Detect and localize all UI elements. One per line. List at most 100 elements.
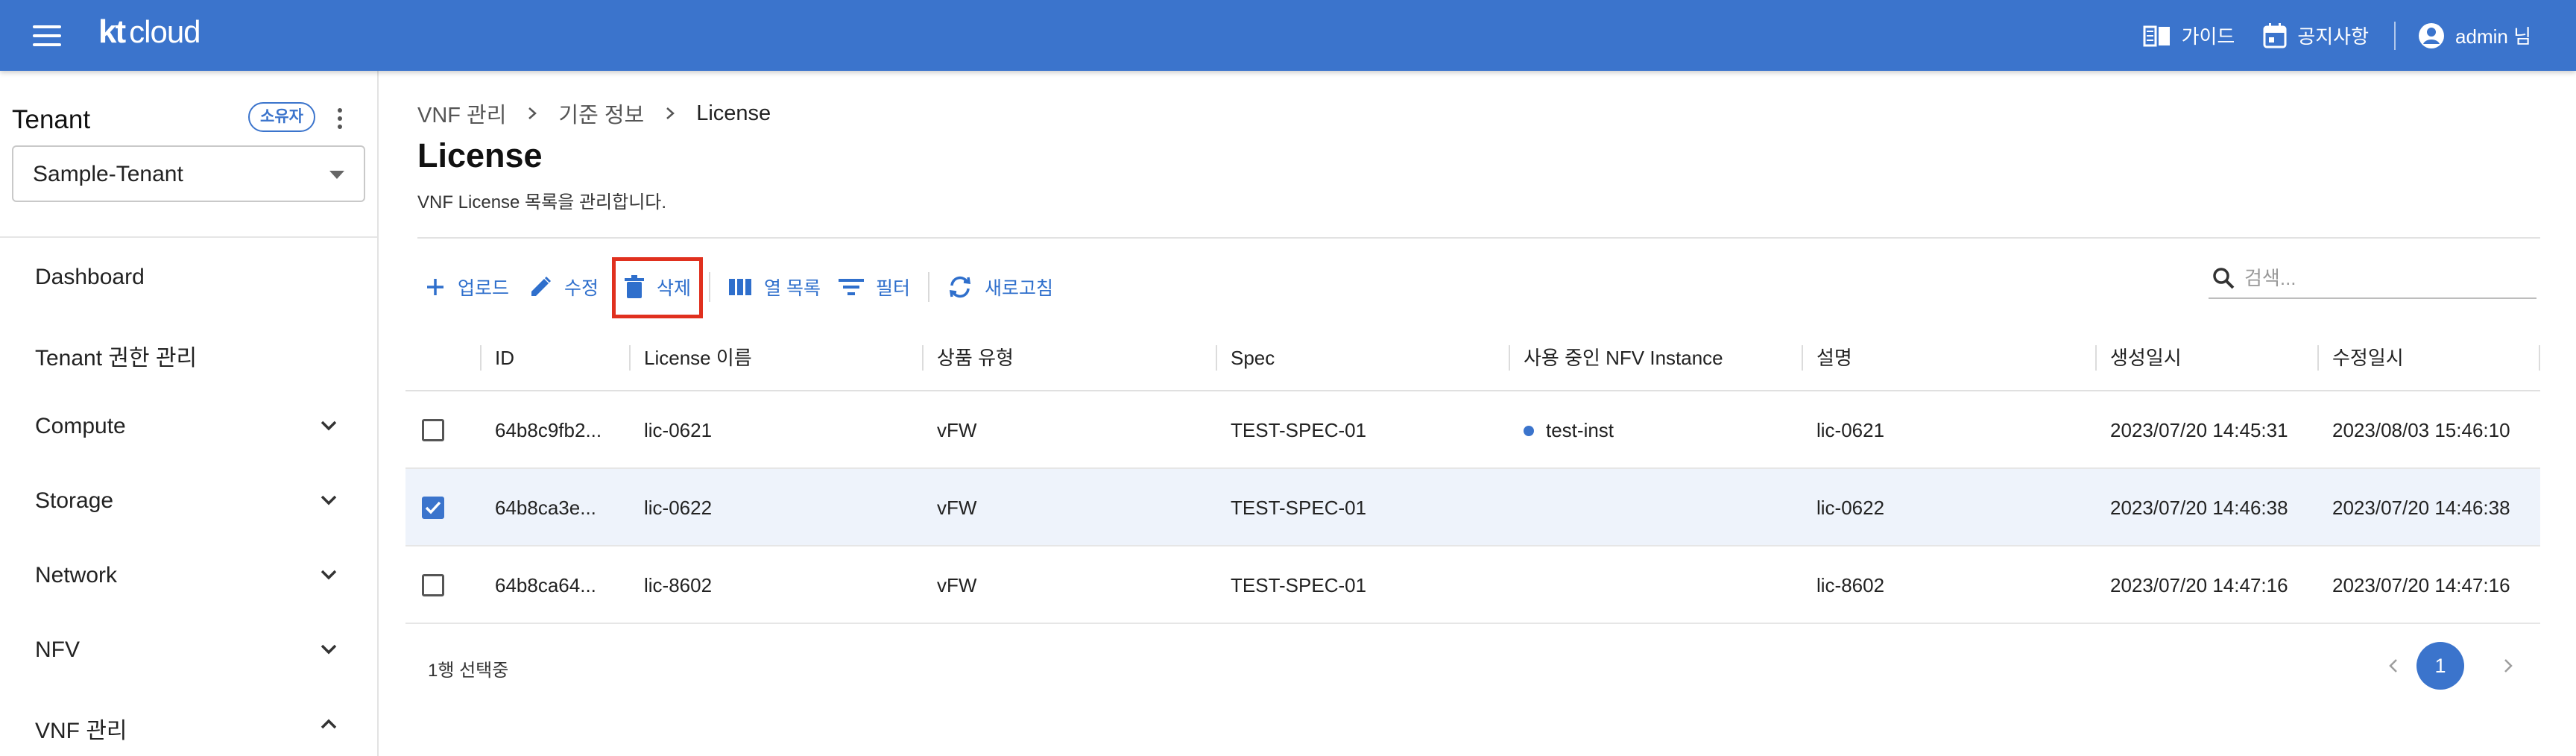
cell-product-type: vFW xyxy=(937,497,977,519)
cell-description: lic-0621 xyxy=(1816,419,1885,441)
sidebar-item-storage[interactable]: Storage xyxy=(0,463,377,538)
chevron-down-icon xyxy=(321,420,337,431)
column-separator xyxy=(1216,345,1217,371)
column-header-spec[interactable]: Spec xyxy=(1231,324,1275,391)
row-checkbox[interactable] xyxy=(422,574,444,596)
user-label: admin 님 xyxy=(2455,25,2531,48)
cell-updated: 2023/07/20 14:47:16 xyxy=(2332,574,2510,596)
notice-label: 공지사항 xyxy=(2297,25,2370,48)
column-header-nfv-instance[interactable]: 사용 중인 NFV Instance xyxy=(1524,324,1723,391)
cell-created: 2023/07/20 14:47:16 xyxy=(2110,574,2288,596)
sidebar-item-label: NFV xyxy=(35,637,80,662)
columns-button[interactable]: 열 목록 xyxy=(721,266,828,308)
kt-cloud-logo[interactable]: kt cloud xyxy=(98,13,201,58)
cell-id: 64b8ca64... xyxy=(495,574,596,596)
selection-count: 1행 선택중 xyxy=(428,661,509,681)
sidebar-item-label: Dashboard xyxy=(35,265,145,289)
sidebar-item-label: VNF 관리 xyxy=(35,719,127,743)
search-icon xyxy=(2213,268,2235,289)
column-header-description[interactable]: 설명 xyxy=(1816,324,1852,391)
pencil-icon xyxy=(531,276,552,296)
table-header: ID License 이름 상품 유형 Spec 사용 중인 NFV Insta… xyxy=(405,324,2540,391)
sidebar-item-network[interactable]: Network xyxy=(0,538,377,612)
cell-nfv-instance: test-inst xyxy=(1546,419,1614,441)
guide-link[interactable]: 가이드 xyxy=(2143,22,2235,49)
license-table: ID License 이름 상품 유형 Spec 사용 중인 NFV Insta… xyxy=(405,324,2540,624)
sidebar-item-tenant-permissions[interactable]: Tenant 권한 관리 xyxy=(0,314,377,388)
column-header-id[interactable]: ID xyxy=(495,324,514,391)
user-menu[interactable]: admin 님 xyxy=(2418,22,2531,49)
cell-id: 64b8ca3e... xyxy=(495,497,596,519)
page-title: License xyxy=(417,136,543,174)
chevron-left-icon xyxy=(2389,659,2397,672)
main-content: VNF 관리 기준 정보 License License VNF License… xyxy=(379,71,2576,756)
toolbar-divider xyxy=(709,272,711,302)
sidebar-item-compute[interactable]: Compute xyxy=(0,388,377,463)
tenant-select[interactable]: Sample-Tenant xyxy=(12,145,365,202)
logo-sub-text: cloud xyxy=(129,14,201,49)
cell-product-type: vFW xyxy=(937,574,977,596)
cell-spec: TEST-SPEC-01 xyxy=(1231,497,1367,519)
trash-icon xyxy=(625,275,645,298)
upload-button[interactable]: 업로드 xyxy=(417,266,517,308)
cell-description: lic-0622 xyxy=(1816,497,1885,519)
top-app-bar: kt cloud 가이드 공지사항 admin 님 xyxy=(0,0,2576,71)
status-dot-icon xyxy=(1524,426,1534,436)
breadcrumb: VNF 관리 기준 정보 License xyxy=(417,98,771,129)
row-checkbox[interactable] xyxy=(422,419,444,441)
prev-page-button[interactable] xyxy=(2379,651,2409,681)
cell-spec: TEST-SPEC-01 xyxy=(1231,419,1367,441)
table-row[interactable]: 64b8c9fb2... lic-0621 vFW TEST-SPEC-01 t… xyxy=(405,391,2540,469)
plus-icon xyxy=(427,279,443,295)
sidebar-item-vnf-management[interactable]: VNF 관리 xyxy=(0,687,377,756)
sidebar-divider xyxy=(0,236,377,238)
breadcrumb-item-vnf[interactable]: VNF 관리 xyxy=(417,98,506,129)
cell-created: 2023/07/20 14:45:31 xyxy=(2110,419,2288,441)
table-row[interactable]: 64b8ca64... lic-8602 vFW TEST-SPEC-01 li… xyxy=(405,546,2540,624)
top-bar-divider xyxy=(2394,21,2396,50)
table-row[interactable]: 64b8ca3e... lic-0622 vFW TEST-SPEC-01 li… xyxy=(405,469,2540,546)
page-button-current[interactable]: 1 xyxy=(2416,642,2464,690)
upload-label: 업로드 xyxy=(458,278,510,299)
menu-icon[interactable] xyxy=(33,25,61,46)
account-circle-icon xyxy=(2419,22,2445,48)
sidebar-item-label: Network xyxy=(35,563,118,588)
refresh-button[interactable]: 새로고침 xyxy=(940,266,1061,308)
cell-license-name: lic-0621 xyxy=(644,419,713,441)
column-header-product-type[interactable]: 상품 유형 xyxy=(937,324,1014,391)
edit-button[interactable]: 수정 xyxy=(521,266,606,308)
cell-product-type: vFW xyxy=(937,419,977,441)
cell-updated: 2023/07/20 14:46:38 xyxy=(2332,497,2510,519)
column-separator xyxy=(480,345,482,371)
column-separator xyxy=(2317,345,2319,371)
check-icon xyxy=(425,501,441,514)
row-checkbox[interactable] xyxy=(422,497,444,519)
column-separator xyxy=(2095,345,2097,371)
caret-down-icon xyxy=(329,171,344,179)
sidebar-item-dashboard[interactable]: Dashboard xyxy=(0,239,377,314)
guide-label: 가이드 xyxy=(2181,25,2235,48)
refresh-icon xyxy=(949,276,971,298)
more-vert-icon[interactable] xyxy=(332,106,347,131)
book-icon xyxy=(2143,25,2170,46)
filter-button[interactable]: 필터 xyxy=(831,266,918,308)
search-box[interactable] xyxy=(2209,257,2536,299)
next-page-button[interactable] xyxy=(2493,651,2522,681)
sidebar-item-nfv[interactable]: NFV xyxy=(0,612,377,687)
cell-license-name: lic-0622 xyxy=(644,497,713,519)
delete-button[interactable]: 삭제 xyxy=(612,257,704,318)
columns-label: 열 목록 xyxy=(764,278,821,299)
notice-link[interactable]: 공지사항 xyxy=(2263,22,2369,49)
column-header-created[interactable]: 생성일시 xyxy=(2110,324,2182,391)
breadcrumb-item-base-info[interactable]: 기준 정보 xyxy=(558,98,644,129)
search-input[interactable] xyxy=(2244,263,2528,293)
column-separator xyxy=(1509,345,1510,371)
sidebar-item-label: Storage xyxy=(35,488,114,513)
tenant-select-value: Sample-Tenant xyxy=(33,162,183,186)
column-header-updated[interactable]: 수정일시 xyxy=(2332,324,2404,391)
sidebar-item-label: Tenant 권한 관리 xyxy=(35,346,198,371)
cell-id: 64b8c9fb2... xyxy=(495,419,602,441)
owner-badge[interactable]: 소유자 xyxy=(248,102,315,132)
filter-label: 필터 xyxy=(876,278,911,299)
column-header-license-name[interactable]: License 이름 xyxy=(644,324,752,391)
